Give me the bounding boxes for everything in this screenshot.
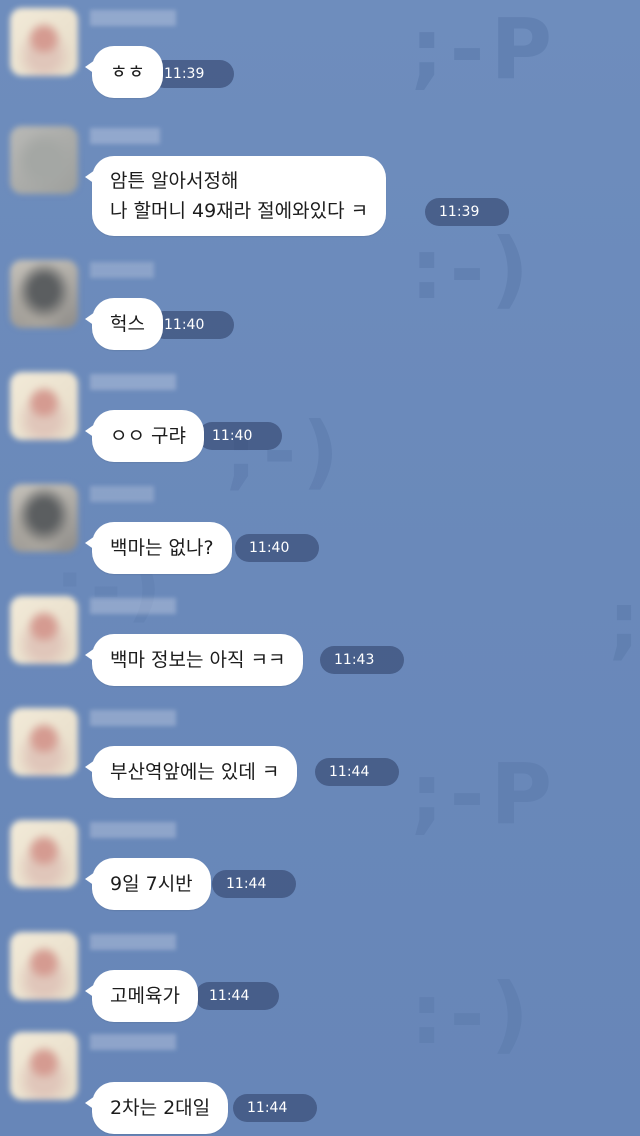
avatar[interactable] bbox=[10, 126, 78, 194]
message-text: 백마는 없나? bbox=[110, 537, 214, 559]
sender-name bbox=[90, 822, 176, 838]
sender-name bbox=[90, 934, 176, 950]
message-text: 고메육가 bbox=[110, 985, 180, 1007]
avatar[interactable] bbox=[10, 8, 78, 76]
message-time: 11:40 bbox=[198, 422, 283, 450]
chat-message: 11:40 백마는 없나? bbox=[0, 476, 640, 588]
avatar[interactable] bbox=[10, 372, 78, 440]
message-time: 11:44 bbox=[195, 982, 280, 1010]
chat-message: 11:39 암튼 알아서정해 나 할머니 49재라 절에와있다 ㅋ bbox=[0, 118, 640, 236]
sender-name bbox=[90, 10, 176, 26]
message-text: 부산역앞에는 있데 ㅋ bbox=[110, 761, 280, 783]
chat-message: 11:44 9일 7시반 bbox=[0, 812, 640, 924]
message-bubble[interactable]: 백마는 없나? bbox=[85, 522, 232, 574]
message-text: 백마 정보는 아직 ㅋㅋ bbox=[110, 649, 286, 671]
avatar[interactable] bbox=[10, 708, 78, 776]
message-text: 헉스 bbox=[110, 313, 145, 335]
message-time: 11:44 bbox=[315, 758, 400, 786]
message-text: 나 할머니 49재라 절에와있다 ㅋ bbox=[110, 200, 369, 222]
message-time: 11:40 bbox=[235, 534, 320, 562]
avatar[interactable] bbox=[10, 260, 78, 328]
message-time: 11:44 bbox=[233, 1094, 318, 1122]
chat-message: 11:44 2차는 2대일 bbox=[0, 1024, 640, 1136]
message-text: 2차는 2대일 bbox=[110, 1097, 211, 1119]
sender-name bbox=[90, 598, 176, 614]
message-bubble[interactable]: ㅎㅎ bbox=[85, 46, 163, 98]
avatar[interactable] bbox=[10, 1032, 78, 1100]
message-bubble[interactable]: 헉스 bbox=[85, 298, 163, 350]
sender-name bbox=[90, 262, 154, 278]
message-bubble[interactable]: 9일 7시반 bbox=[85, 858, 211, 910]
message-text: ㅇㅇ 구랴 bbox=[110, 425, 186, 447]
message-text: 암튼 알아서정해 bbox=[110, 170, 239, 192]
chat-message: 11:40 헉스 bbox=[0, 252, 640, 364]
avatar[interactable] bbox=[10, 932, 78, 1000]
message-bubble[interactable]: 암튼 알아서정해 나 할머니 49재라 절에와있다 ㅋ bbox=[84, 156, 387, 236]
chat-message: 11:39 ㅎㅎ bbox=[0, 0, 640, 112]
message-bubble[interactable]: 백마 정보는 아직 ㅋㅋ bbox=[84, 634, 304, 686]
sender-name bbox=[90, 374, 176, 390]
avatar[interactable] bbox=[10, 820, 78, 888]
chat-message: 11:43 백마 정보는 아직 ㅋㅋ bbox=[0, 588, 640, 700]
message-text: ㅎㅎ bbox=[110, 61, 145, 83]
sender-name bbox=[90, 128, 160, 144]
chat-message: 11:44 고메육가 bbox=[0, 924, 640, 1036]
message-bubble[interactable]: ㅇㅇ 구랴 bbox=[85, 410, 204, 462]
avatar[interactable] bbox=[10, 596, 78, 664]
message-text: 9일 7시반 bbox=[110, 873, 193, 895]
sender-name bbox=[90, 486, 154, 502]
message-time: 11:43 bbox=[320, 646, 405, 674]
sender-name bbox=[90, 1034, 176, 1050]
message-time: 11:44 bbox=[212, 870, 297, 898]
message-bubble[interactable]: 2차는 2대일 bbox=[84, 1082, 229, 1134]
message-bubble[interactable]: 부산역앞에는 있데 ㅋ bbox=[84, 746, 298, 798]
chat-message: 11:40 ㅇㅇ 구랴 bbox=[0, 364, 640, 476]
message-time: 11:39 bbox=[425, 198, 510, 226]
message-bubble[interactable]: 고메육가 bbox=[85, 970, 198, 1022]
avatar[interactable] bbox=[10, 484, 78, 552]
sender-name bbox=[90, 710, 176, 726]
chat-message: 11:44 부산역앞에는 있데 ㅋ bbox=[0, 700, 640, 812]
